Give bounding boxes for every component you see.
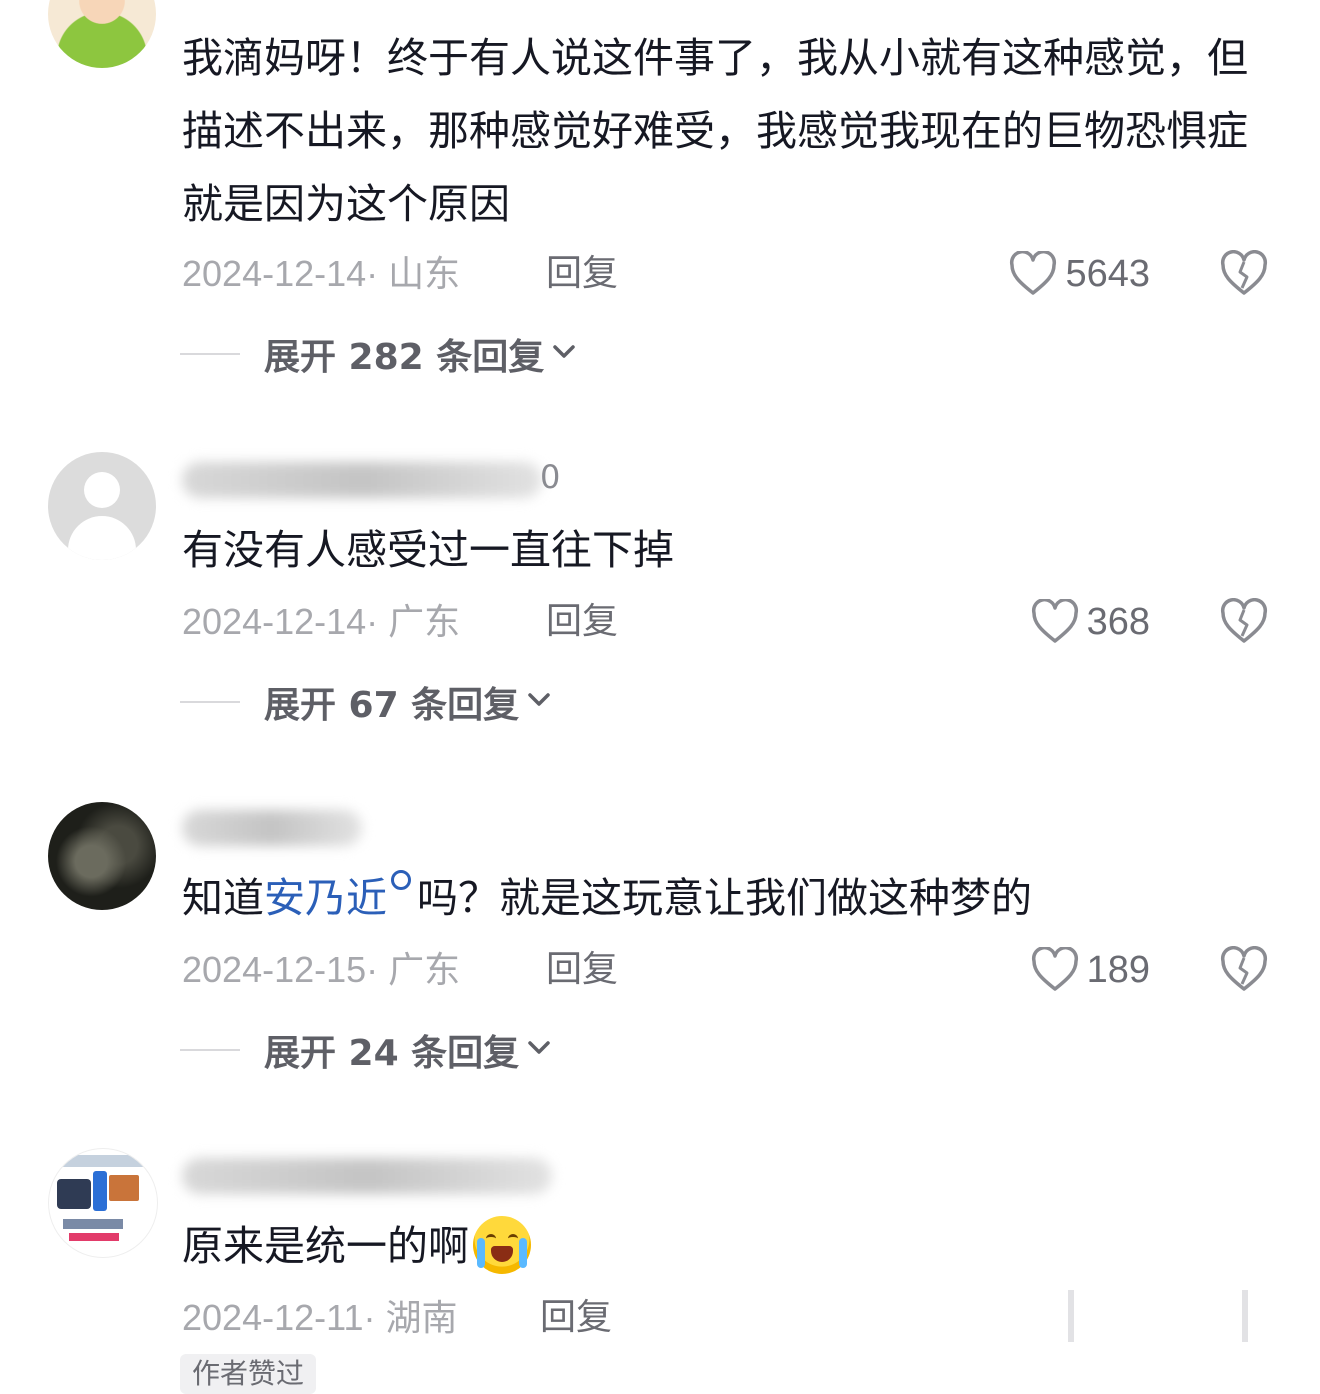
reply-button[interactable]: 回复 bbox=[540, 1294, 612, 1342]
avatar-product-shape bbox=[93, 1171, 107, 1211]
avatar[interactable] bbox=[48, 1148, 158, 1258]
avatar-product-shape bbox=[109, 1175, 139, 1201]
crying-laughing-emoji-icon bbox=[473, 1216, 531, 1274]
avatar-product-shape bbox=[57, 1179, 91, 1209]
avatar-product-shape bbox=[69, 1233, 119, 1241]
blurred-like-placeholder bbox=[1068, 1290, 1074, 1342]
comment-date-location: 2024-12-11· 湖南 bbox=[182, 1297, 458, 1338]
avatar-product-shape bbox=[57, 1155, 149, 1167]
blurred-dislike-placeholder bbox=[1242, 1290, 1248, 1342]
comment-text-part: 原来是统一的啊 bbox=[182, 1222, 469, 1270]
comment-text: 原来是统一的啊 bbox=[182, 1210, 1272, 1283]
username-blurred[interactable] bbox=[182, 1158, 552, 1194]
avatar-product-shape bbox=[63, 1219, 123, 1229]
author-liked-badge: 作者赞过 bbox=[180, 1354, 317, 1394]
comment-item: 原来是统一的啊 2024-12-11· 湖南 回复 作者赞过 bbox=[0, 0, 1320, 1394]
